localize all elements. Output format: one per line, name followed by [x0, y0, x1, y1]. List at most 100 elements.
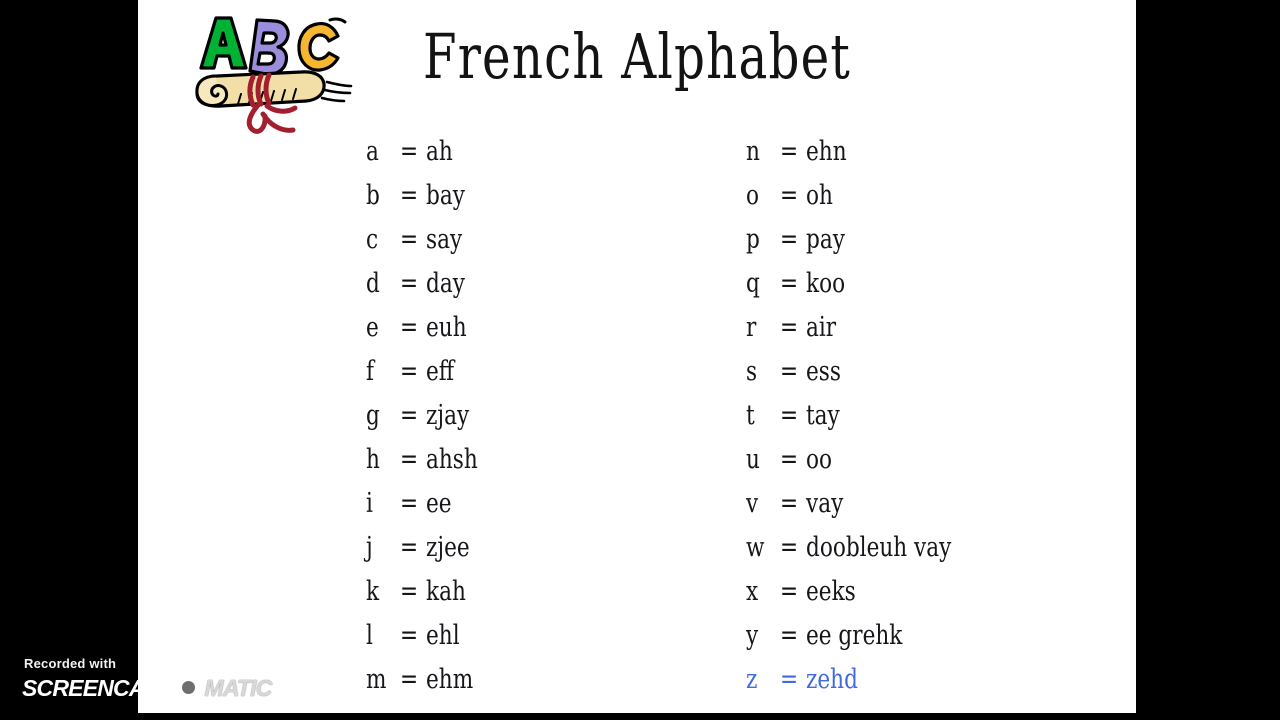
alphabet-pronunciation: ehn	[806, 136, 847, 167]
alphabet-row-r: r = air	[746, 306, 988, 350]
equals-sign: =	[399, 180, 419, 211]
equals-sign: =	[779, 356, 799, 387]
alphabet-row-x: x = eeks	[746, 570, 988, 614]
equals-sign: =	[399, 664, 419, 695]
alphabet-row-m: m = ehm	[366, 658, 491, 702]
equals-sign: =	[399, 576, 419, 607]
alphabet-letter: d	[366, 268, 380, 299]
alphabet-pronunciation: zehd	[806, 664, 858, 695]
equals-sign: =	[779, 444, 799, 475]
alphabet-pronunciation: pay	[806, 224, 845, 255]
alphabet-row-s: s = ess	[746, 350, 988, 394]
alphabet-row-h: h = ahsh	[366, 438, 491, 482]
alphabet-row-p: p = pay	[746, 218, 988, 262]
equals-sign: =	[779, 224, 799, 255]
alphabet-pronunciation: bay	[426, 180, 465, 211]
alphabet-letter: c	[366, 224, 379, 255]
alphabet-row-f: f = eff	[366, 350, 491, 394]
alphabet-row-e: e = euh	[366, 306, 491, 350]
alphabet-row-t: t = tay	[746, 394, 988, 438]
equals-sign: =	[399, 312, 419, 343]
alphabet-pronunciation: oo	[806, 444, 833, 475]
alphabet-pronunciation: air	[806, 312, 837, 343]
alphabet-row-c: c = say	[366, 218, 491, 262]
alphabet-letter: r	[746, 312, 757, 343]
equals-sign: =	[399, 268, 419, 299]
screencast-o-matic-watermark: Recorded with SCREENCAST MATIC	[22, 656, 272, 706]
alphabet-pronunciation: ehm	[426, 664, 474, 695]
alphabet-row-i: i = ee	[366, 482, 491, 526]
alphabet-pronunciation: ahsh	[426, 444, 478, 475]
alphabet-row-u: u = oo	[746, 438, 988, 482]
alphabet-letter: k	[366, 576, 380, 607]
equals-sign: =	[779, 136, 799, 167]
alphabet-letter: w	[746, 532, 765, 563]
clipart-letter-a	[199, 16, 248, 70]
equals-sign: =	[779, 268, 799, 299]
alphabet-pronunciation: euh	[426, 312, 467, 343]
alphabet-letter: q	[746, 268, 760, 299]
equals-sign: =	[779, 664, 799, 695]
alphabet-row-v: v = vay	[746, 482, 988, 526]
alphabet-letter: z	[746, 664, 758, 695]
watermark-o-icon	[175, 674, 203, 701]
alphabet-letter: o	[746, 180, 760, 211]
alphabet-letter: g	[366, 400, 380, 431]
alphabet-letter: n	[746, 136, 760, 167]
alphabet-pronunciation: ee	[426, 488, 452, 519]
alphabet-pronunciation: say	[426, 224, 463, 255]
alphabet-letter: b	[366, 180, 380, 211]
alphabet-letter: i	[366, 488, 373, 519]
equals-sign: =	[779, 400, 799, 431]
alphabet-pronunciation: ee grehk	[806, 620, 903, 651]
alphabet-pronunciation: kah	[426, 576, 466, 607]
alphabet-row-n: n = ehn	[746, 130, 988, 174]
alphabet-letter: a	[366, 136, 379, 167]
equals-sign: =	[399, 400, 419, 431]
equals-sign: =	[779, 620, 799, 651]
alphabet-pronunciation: vay	[806, 488, 844, 519]
equals-sign: =	[399, 356, 419, 387]
alphabet-pronunciation: zjee	[426, 532, 470, 563]
alphabet-row-k: k = kah	[366, 570, 491, 614]
alphabet-pronunciation: zjay	[426, 400, 470, 431]
alphabet-pronunciation: oh	[806, 180, 833, 211]
alphabet-letter: s	[746, 356, 758, 387]
alphabet-pronunciation: eff	[426, 356, 455, 387]
alphabet-column-left: a = ah b = bay c = say d = day e = euh f = eff g = zjay h = ahs…	[366, 130, 491, 702]
alphabet-letter: t	[746, 400, 755, 431]
alphabet-letter: u	[746, 444, 760, 475]
alphabet-pronunciation: ess	[806, 356, 841, 387]
alphabet-letter: e	[366, 312, 379, 343]
equals-sign: =	[399, 620, 419, 651]
alphabet-column-right: n = ehn o = oh p = pay q = koo r = air s = ess t = tay u = oo v =…	[746, 130, 988, 702]
watermark-caption: Recorded with	[24, 656, 117, 671]
alphabet-pronunciation: ah	[426, 136, 453, 167]
watermark-brand-first: SCREENCAST	[22, 674, 173, 701]
alphabet-letter: y	[746, 620, 759, 651]
equals-sign: =	[779, 312, 799, 343]
equals-sign: =	[779, 532, 799, 563]
alphabet-row-l: l = ehl	[366, 614, 491, 658]
alphabet-row-z: z = zehd	[746, 658, 988, 702]
equals-sign: =	[399, 532, 419, 563]
alphabet-row-d: d = day	[366, 262, 491, 306]
alphabet-row-o: o = oh	[746, 174, 988, 218]
alphabet-row-y: y = ee grehk	[746, 614, 988, 658]
alphabet-pronunciation: tay	[806, 400, 840, 431]
watermark-logo: SCREENCAST MATIC	[22, 674, 272, 701]
alphabet-pronunciation: koo	[806, 268, 846, 299]
alphabet-letter: m	[366, 664, 387, 695]
alphabet-row-q: q = koo	[746, 262, 988, 306]
alphabet-pronunciation: day	[426, 268, 465, 299]
alphabet-letter: x	[746, 576, 759, 607]
alphabet-letter: f	[366, 356, 374, 387]
equals-sign: =	[399, 224, 419, 255]
alphabet-row-b: b = bay	[366, 174, 491, 218]
alphabet-letter: p	[746, 224, 760, 255]
equals-sign: =	[399, 488, 419, 519]
equals-sign: =	[779, 488, 799, 519]
alphabet-pronunciation: doobleuh vay	[806, 532, 952, 563]
video-frame: French Alphabet a = ah b = bay c = say d = day e = euh…	[0, 0, 1280, 720]
alphabet-letter: h	[366, 444, 380, 475]
